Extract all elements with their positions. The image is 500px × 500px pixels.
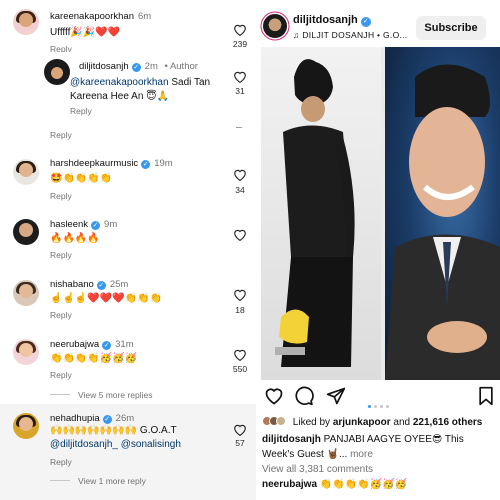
post-username[interactable]: diljitdosanjh ✓ (293, 14, 371, 27)
comment-text: @kareenakapoorkhan Sadi Tan Kareena Hee … (70, 77, 211, 102)
avatar[interactable] (13, 413, 39, 439)
comment-username[interactable]: harshdeepkaurmusic ✓ 19m (50, 158, 173, 169)
heart-icon[interactable] (233, 228, 247, 241)
comment-username[interactable]: diljitdosanjh ✓ 2m • Author (79, 61, 198, 72)
like-count: 550 (232, 364, 248, 374)
photo-diljit (261, 47, 381, 380)
verified-icon: ✓ (102, 341, 112, 350)
caption-username[interactable]: diljitdosanjh (262, 434, 321, 445)
reply-button[interactable]: Reply (50, 44, 72, 52)
post-panel: diljitdosanjh ✓ ♫ DILJIT DOSANJH • G.O...… (258, 0, 500, 500)
verified-icon: ✓ (102, 415, 112, 424)
photo-jimmy (385, 47, 500, 380)
comment-icon[interactable] (294, 386, 314, 406)
reply-button[interactable]: Reply (50, 457, 72, 467)
post-caption: diljitdosanjh PANJABI AAGYE OYEE😎 This W… (262, 434, 464, 460)
post-image[interactable] (261, 47, 500, 380)
comment-username[interactable]: nishabano ✓ 25m (50, 279, 128, 290)
heart-icon[interactable] (233, 288, 247, 301)
post-actions (258, 386, 500, 408)
avatar[interactable] (13, 280, 39, 306)
verified-icon: ✓ (131, 63, 141, 72)
comment-username[interactable]: hasleenk ✓ 9m (50, 219, 117, 230)
heart-icon[interactable] (233, 423, 247, 436)
view-more-replies[interactable]: View 1 more reply (50, 476, 146, 486)
music-label[interactable]: ♫ DILJIT DOSANJH • G.O... (293, 30, 407, 40)
liker-avatar (276, 416, 286, 426)
comment-username[interactable]: nehadhupia ✓ 26m (50, 413, 134, 424)
reply-button[interactable]: Reply (70, 106, 92, 116)
comment-preview: neerubajwa 👏👏👏👏🥳🥳🥳 (262, 479, 407, 490)
comment-username[interactable]: neerubajwa ✓ 31m (50, 339, 134, 350)
preview-username[interactable]: neerubajwa (262, 479, 317, 490)
like-count: 34 (235, 185, 245, 195)
verified-icon: ✓ (91, 221, 101, 230)
bookmark-icon[interactable] (476, 386, 496, 406)
comment-text: 🤩👏👏👏👏 (50, 173, 113, 184)
reply-button[interactable]: Reply (50, 250, 72, 260)
heart-icon[interactable] (233, 70, 247, 83)
post-header: diljitdosanjh ✓ ♫ DILJIT DOSANJH • G.O...… (258, 0, 500, 46)
verified-icon: ✓ (96, 281, 106, 290)
view-more-replies[interactable]: View 5 more replies (50, 390, 153, 400)
comment-text: ☝️☝️☝️❤️❤️❤️👏👏👏 (50, 293, 163, 304)
like-count: 31 (235, 86, 245, 96)
heart-icon[interactable] (264, 386, 284, 406)
heart-icon[interactable] (233, 348, 247, 361)
verified-icon: ✓ (141, 160, 151, 169)
view-all-comments[interactable]: View all 3,381 comments (262, 464, 373, 475)
more-link[interactable]: more (350, 449, 373, 460)
carousel-indicator (368, 395, 392, 413)
heart-icon[interactable] (233, 168, 247, 181)
heart-icon[interactable] (233, 23, 247, 36)
avatar[interactable] (13, 9, 39, 35)
comment-text: Ufffff🎉🎉❤️❤️ (50, 27, 121, 38)
comments-panel: kareenakapoorkhan 6m Ufffff🎉🎉❤️❤️ Reply 2… (0, 0, 256, 500)
like-count: 57 (235, 438, 245, 448)
avatar[interactable] (13, 159, 39, 185)
like-count: 18 (235, 305, 245, 315)
avatar[interactable] (13, 219, 39, 245)
comment-text: 👏👏👏👏🥳🥳🥳 (50, 353, 138, 364)
like-count: 239 (232, 39, 248, 49)
likes-summary[interactable]: Liked by arjunkapoor and 221,616 others (262, 416, 482, 428)
verified-icon: ✓ (360, 17, 371, 27)
mention-link[interactable]: @diljitdosanjh_ @sonalisingh (50, 439, 181, 450)
divider (236, 127, 242, 128)
avatar[interactable] (44, 59, 70, 85)
comment-text: 🔥🔥🔥🔥 (50, 233, 100, 244)
comment-username[interactable]: kareenakapoorkhan 6m (50, 11, 151, 22)
reply-button[interactable]: Reply (50, 130, 72, 140)
subscribe-button[interactable]: Subscribe (416, 16, 486, 40)
share-icon[interactable] (326, 386, 346, 406)
avatar[interactable] (13, 339, 39, 365)
reply-button[interactable]: Reply (50, 310, 72, 320)
comment-text: 🙌🙌🙌🙌🙌🙌🙌 G.O.A.T @diljitdosanjh_ @sonalisi… (50, 425, 181, 450)
reply-button[interactable]: Reply (50, 191, 72, 201)
mention-link[interactable]: @kareenakapoorkhan (70, 77, 169, 88)
reply-button[interactable]: Reply (50, 370, 72, 380)
avatar[interactable] (263, 14, 287, 38)
